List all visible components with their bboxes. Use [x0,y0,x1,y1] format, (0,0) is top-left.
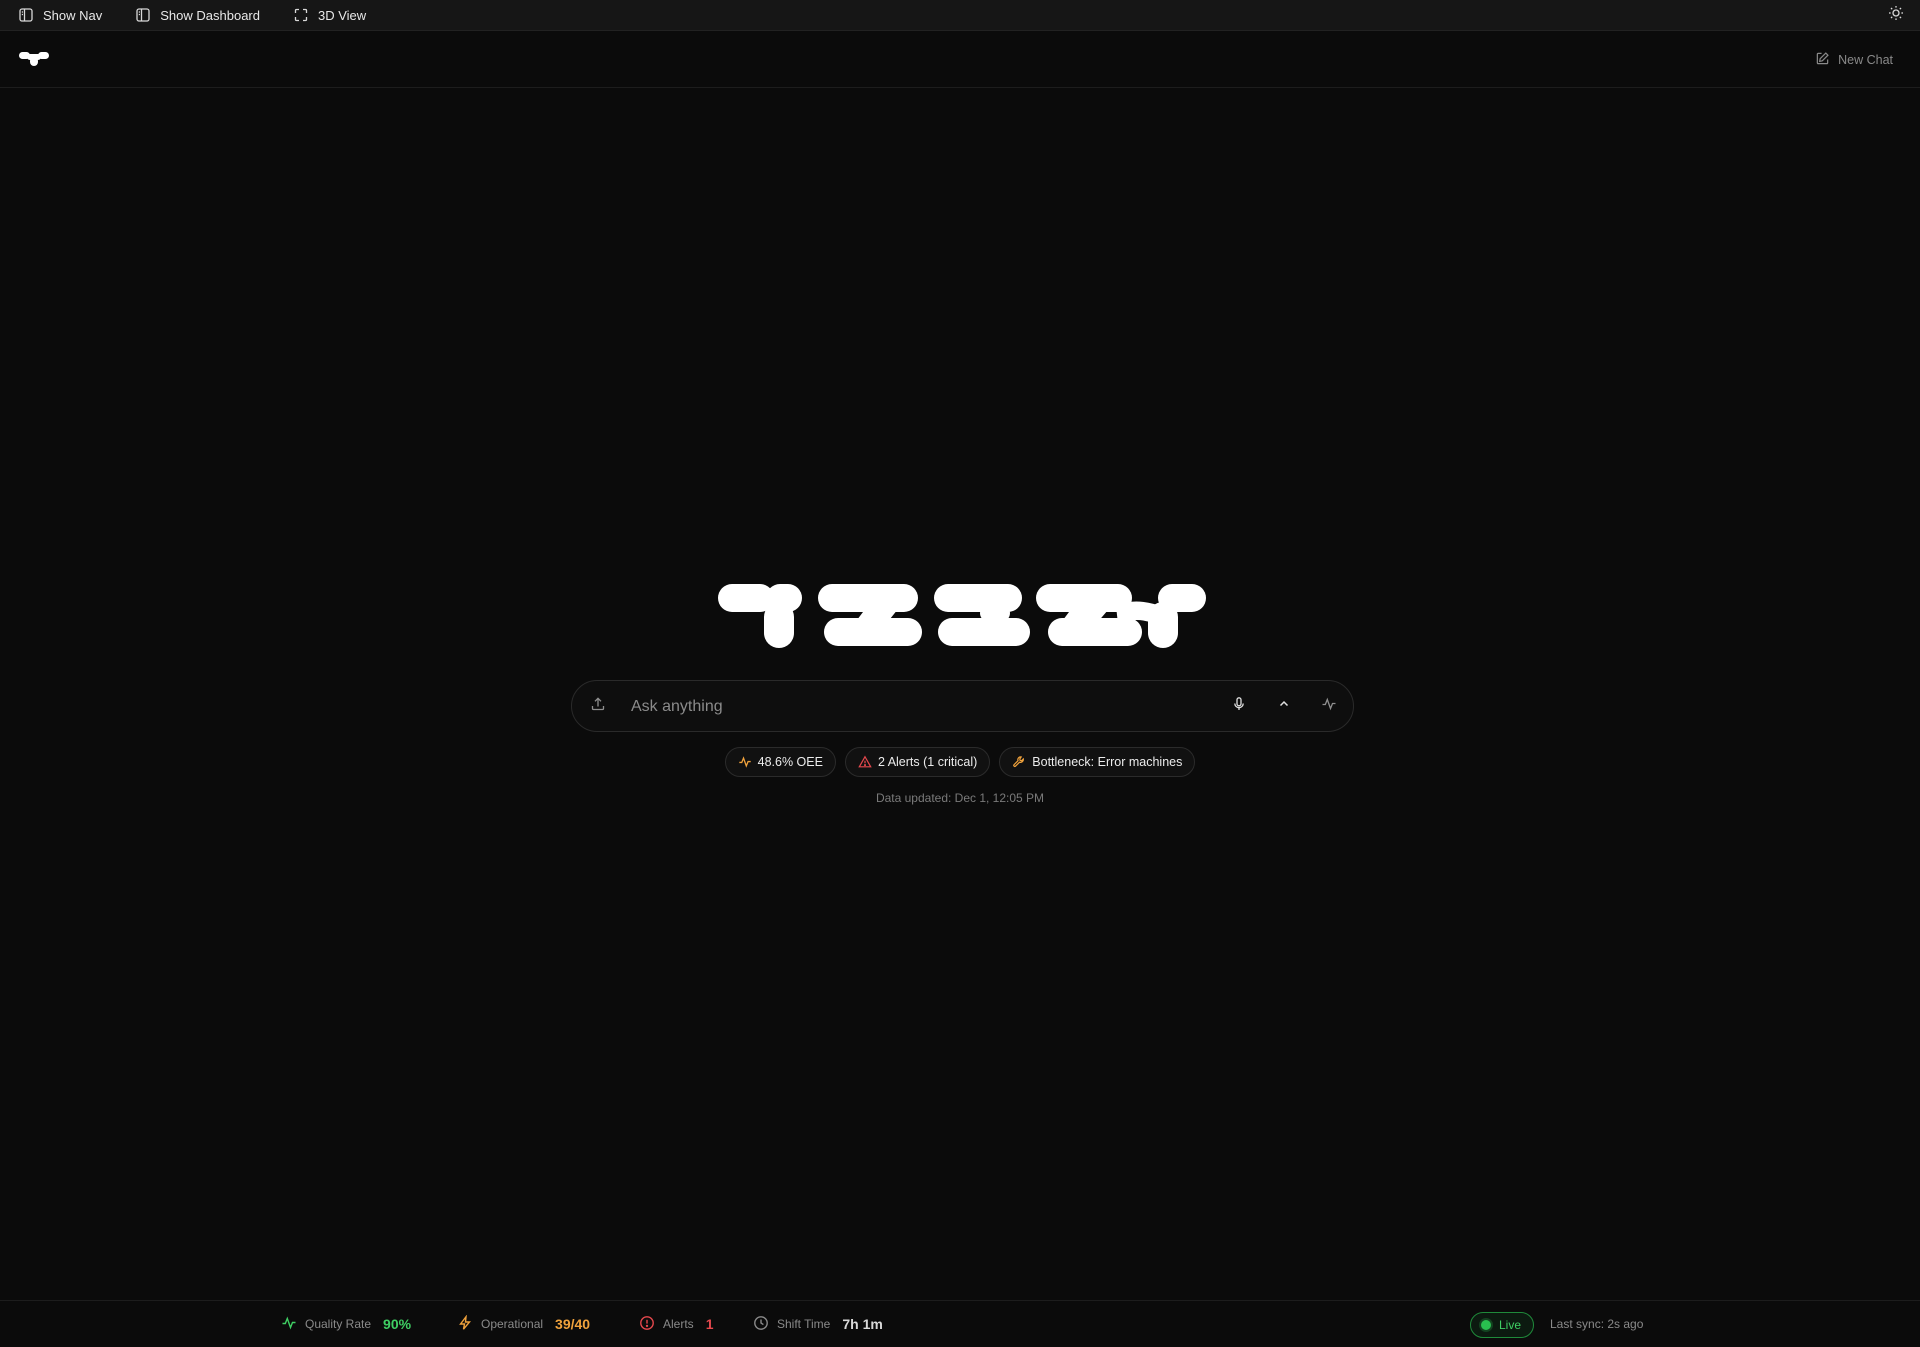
pulse-button[interactable] [1317,694,1341,718]
mic-icon [1231,696,1247,717]
last-sync-text: Last sync: 2s ago [1550,1317,1644,1331]
theme-toggle-button[interactable] [1884,3,1908,27]
bottleneck-chip-label: Bottleneck: Error machines [1032,755,1183,769]
operational-label: Operational [481,1317,544,1331]
show-nav-button[interactable]: Show Nav [18,7,102,23]
chevron-up-icon [1276,696,1292,717]
new-chat-button[interactable]: New Chat [1815,51,1893,69]
sidebar-icon [18,7,34,23]
app-header: New Chat [0,31,1920,88]
alerts-chip-label: 2 Alerts (1 critical) [877,755,978,769]
insight-chips: 48.6% OEE 2 Alerts (1 critical) Bottlene… [0,747,1920,777]
quality-rate-value: 90% [383,1316,412,1332]
expand-options-button[interactable] [1272,694,1296,718]
operational-value: 39/40 [555,1316,591,1332]
status-bar: Quality Rate 90% Operational 39/40 Alert… [0,1300,1920,1346]
pulse-icon [1321,696,1337,717]
alerts-label: Alerts [663,1317,694,1331]
alert-triangle-icon [858,755,872,769]
edit-icon [1815,51,1830,69]
brand-mark-icon[interactable] [18,48,50,70]
upload-button[interactable] [586,694,610,718]
bolt-icon [457,1313,473,1334]
expand-icon [293,7,309,23]
bottleneck-chip[interactable]: Bottleneck: Error machines [999,747,1196,777]
live-label: Live [1499,1318,1522,1332]
shift-time-label: Shift Time [777,1317,831,1331]
operational-stat: Operational 39/40 [457,1301,590,1347]
shift-time-stat: Shift Time 7h 1m [753,1301,883,1347]
show-dashboard-label: Show Dashboard [160,7,260,23]
live-indicator-dot [1481,1320,1491,1330]
shift-time-value: 7h 1m [842,1316,883,1332]
alerts-chip[interactable]: 2 Alerts (1 critical) [844,747,991,777]
pulse-icon [281,1315,297,1334]
show-nav-label: Show Nav [43,7,103,23]
top-toolbar: Show Nav Show Dashboard 3D View [0,0,1920,31]
data-updated-timestamp: Data updated: Dec 1, 12:05 PM [875,791,1045,805]
3d-view-button[interactable]: 3D View [293,7,366,23]
show-dashboard-button[interactable]: Show Dashboard [135,7,260,23]
alerts-value: 1 [705,1316,714,1332]
live-status-badge: Live [1470,1312,1535,1338]
alert-circle-icon [639,1315,655,1334]
alerts-stat: Alerts 1 [639,1301,713,1347]
upload-icon [590,696,606,717]
ask-anything-input[interactable] [629,693,1189,721]
oee-chip-label: 48.6% OEE [757,755,823,769]
sidebar-icon [135,7,151,23]
chat-search-bar [571,680,1354,732]
wrench-icon [1012,755,1026,769]
pulse-icon [738,755,752,769]
quality-rate-label: Quality Rate [305,1317,372,1331]
brand-wordmark [716,580,1208,650]
oee-chip[interactable]: 48.6% OEE [724,747,836,777]
clock-icon [753,1315,769,1334]
voice-input-button[interactable] [1227,694,1251,718]
new-chat-label: New Chat [1838,53,1893,67]
sun-icon [1888,5,1904,26]
quality-rate-stat: Quality Rate 90% [281,1301,411,1347]
3d-view-label: 3D View [317,7,367,23]
